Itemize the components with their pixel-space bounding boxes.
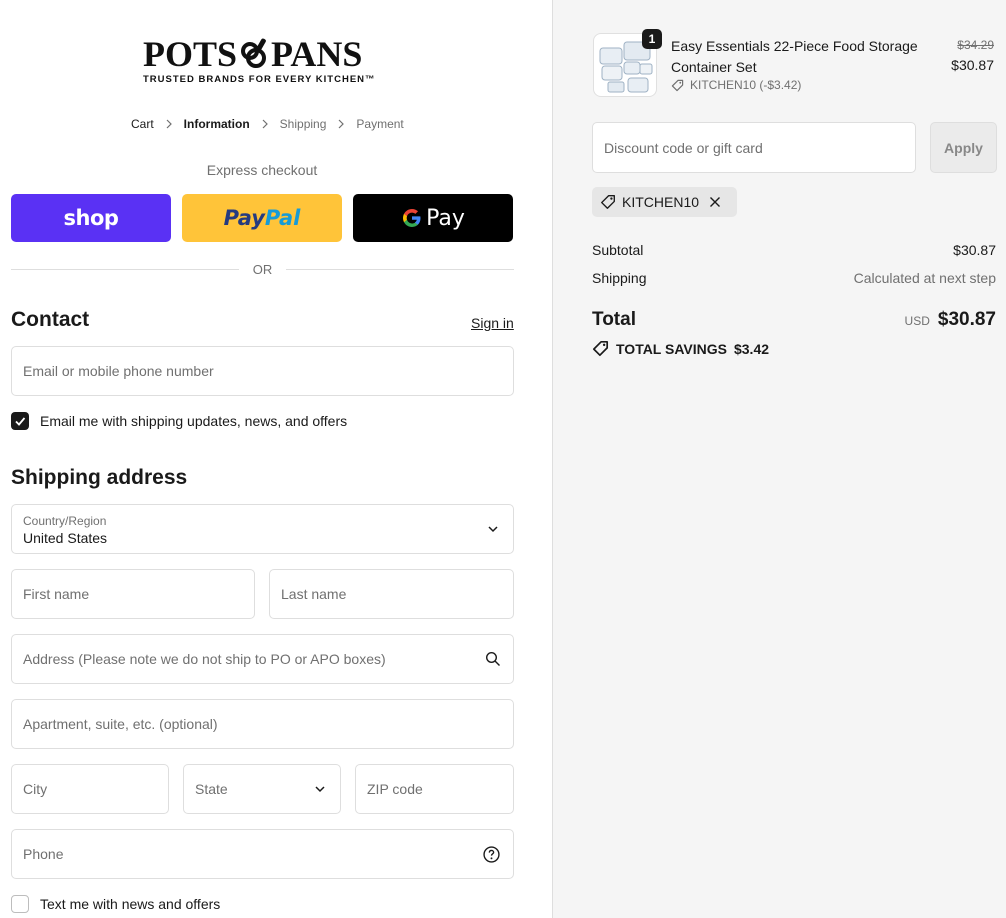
newsletter-option[interactable]: Email me with shipping updates, news, an… [11,412,347,430]
breadcrumb-payment: Payment [356,117,404,131]
newsletter-label: Email me with shipping updates, news, an… [40,413,348,429]
shipping-label: Shipping [592,270,647,286]
order-summary-panel: 1 Easy Essentials 22-Piece Food Storage … [552,0,1006,918]
logo-tagline: TRUSTED BRANDS FOR EVERY KITCHEN™ [143,74,376,85]
country-select[interactable]: Country/Region United States [11,504,514,554]
checkout-form-panel: POTS PANS TRUSTED BRANDS FOR EVERY KITCH… [0,0,552,918]
subtotal-label: Subtotal [592,242,644,258]
breadcrumb-information: Information [183,117,250,131]
chevron-down-icon [315,786,325,793]
product-name: Easy Essentials 22-Piece Food Storage Co… [671,38,918,75]
applied-discount-code: KITCHEN10 [622,194,700,210]
city-placeholder: City [23,781,48,797]
last-name-field[interactable]: Last name [269,569,514,619]
first-name-field[interactable]: First name [11,569,255,619]
total-label: Total [592,309,636,330]
text-offers-checkbox[interactable] [11,895,29,913]
country-value: United States [23,530,108,546]
discount-code-input[interactable]: Discount code or gift card [592,122,916,173]
contact-heading: Contact [11,308,90,331]
store-logo[interactable]: POTS PANS TRUSTED BRANDS FOR EVERY KITCH… [143,36,383,88]
address-placeholder: Address (Please note we do not ship to P… [23,651,386,667]
apply-discount-button[interactable]: Apply [930,122,997,173]
close-icon [710,197,721,207]
currency-code: USD [904,314,930,328]
google-g-icon [403,209,421,227]
subtotal-value: $30.87 [953,242,996,258]
remove-discount-button[interactable] [709,196,727,208]
logo-text-pots: POTS [143,34,238,74]
total-value: $30.87 [937,309,996,330]
checkmark-icon [15,417,26,426]
email-field[interactable]: Email or mobile phone number [11,346,514,396]
phone-field[interactable]: Phone [11,829,514,879]
state-select[interactable]: State [183,764,341,814]
shipping-value: Calculated at next step [853,270,996,286]
original-price: $34.29 [957,38,994,52]
total-savings: TOTAL SAVINGS $3.42 [592,340,769,357]
zip-code-field[interactable]: ZIP code [355,764,514,814]
chevron-right-icon [338,119,345,129]
apartment-placeholder: Apartment, suite, etc. (optional) [23,716,218,732]
country-label: Country/Region [23,514,107,528]
paypal-button[interactable]: PayPal [182,194,342,242]
search-icon [485,651,500,666]
tag-icon [671,79,684,91]
city-field[interactable]: City [11,764,169,814]
product-discount-text: KITCHEN10 (-$3.42) [690,78,802,92]
shop-pay-logo: shop [63,206,119,230]
express-checkout-label: Express checkout [206,162,318,178]
shipping-row: Shipping Calculated at next step [592,270,996,286]
or-divider: OR [11,262,514,277]
chevron-right-icon [262,119,268,129]
shipping-address-heading: Shipping address [11,466,188,489]
breadcrumb: Cart Information Shipping Payment [131,117,404,131]
google-pay-label: Pay [426,205,465,231]
breadcrumb-shipping: Shipping [279,117,327,131]
email-placeholder: Email or mobile phone number [23,363,214,379]
logo-text-pans: PANS [271,34,363,74]
discount-code-placeholder: Discount code or gift card [604,139,763,156]
product-discount-tag: KITCHEN10 (-$3.42) [671,78,801,92]
google-pay-button[interactable]: Pay [353,194,513,242]
last-name-placeholder: Last name [281,586,347,602]
address-field[interactable]: Address (Please note we do not ship to P… [11,634,514,684]
phone-placeholder: Phone [23,846,64,862]
paypal-logo: PayPal [223,206,301,230]
applied-discount-chip: KITCHEN10 [592,187,738,217]
total-row: Total USD $30.87 [592,309,996,331]
chevron-right-icon [166,119,172,129]
subtotal-row: Subtotal $30.87 [592,242,996,258]
chevron-down-icon [488,526,498,533]
help-circle-icon[interactable] [483,846,500,863]
total-savings-value: $3.42 [733,340,770,357]
breadcrumb-cart[interactable]: Cart [131,117,154,131]
quantity-badge: 1 [642,29,662,49]
apartment-field[interactable]: Apartment, suite, etc. (optional) [11,699,514,749]
newsletter-checkbox[interactable] [11,412,29,430]
tag-icon [601,195,615,209]
first-name-placeholder: First name [23,586,90,602]
shop-pay-button[interactable]: shop [11,194,171,242]
sign-in-link[interactable]: Sign in [471,315,514,331]
item-price: $30.87 [951,57,994,73]
logo-ampersand-icon [241,38,267,68]
or-label: OR [252,262,273,277]
state-placeholder: State [195,781,228,797]
text-offers-option[interactable]: Text me with news and offers [11,895,220,913]
total-savings-label: TOTAL SAVINGS [616,340,727,357]
savings-tag-icon [592,340,609,357]
google-pay-logo: Pay [401,206,465,231]
text-offers-label: Text me with news and offers [40,896,221,912]
zip-code-placeholder: ZIP code [367,781,423,797]
